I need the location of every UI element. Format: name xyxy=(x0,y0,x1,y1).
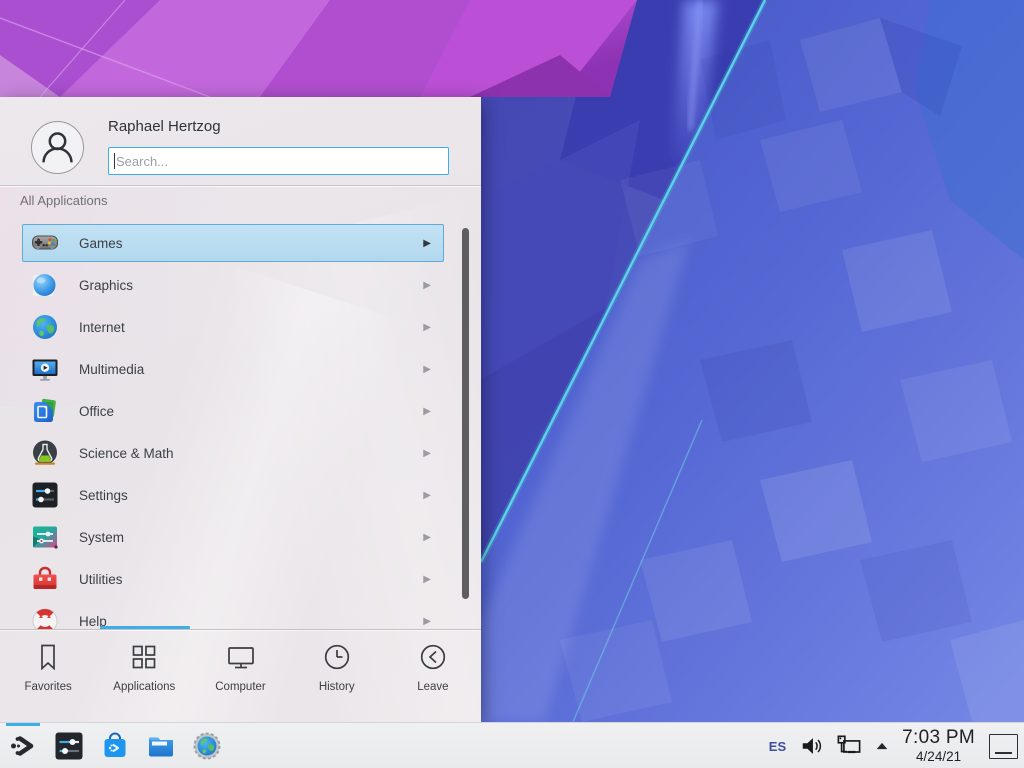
launcher-header: Raphael Hertzog xyxy=(0,97,481,185)
category-item-graphics[interactable]: Graphics ▶ xyxy=(22,264,444,306)
header-divider xyxy=(0,185,481,186)
submenu-arrow-icon: ▶ xyxy=(423,616,431,627)
category-item-utilities[interactable]: Utilities ▶ xyxy=(22,558,444,600)
browser-globe-icon xyxy=(192,731,222,761)
user-name: Raphael Hertzog xyxy=(108,118,221,135)
submenu-arrow-icon: ▶ xyxy=(423,238,431,249)
show-desktop-button[interactable] xyxy=(989,734,1018,759)
multimedia-icon xyxy=(31,355,59,383)
category-label: Office xyxy=(79,404,114,419)
desktop: Raphael Hertzog All Applications Games▶G… xyxy=(0,0,1024,768)
submenu-arrow-icon: ▶ xyxy=(423,322,431,333)
tab-leave[interactable]: Leave xyxy=(385,630,481,722)
category-label: Graphics xyxy=(79,278,133,293)
tray-expander-button[interactable] xyxy=(874,738,890,754)
user-avatar[interactable] xyxy=(31,121,84,174)
category-item-science-math[interactable]: Science & Math ▶ xyxy=(22,432,444,474)
submenu-arrow-icon: ▶ xyxy=(423,574,431,585)
volume-button[interactable] xyxy=(800,734,824,758)
taskbar-panel: ES 7:03 PM 4/24/21 xyxy=(0,722,1024,768)
section-label: All Applications xyxy=(20,193,107,208)
tab-label: History xyxy=(319,681,355,693)
category-label: System xyxy=(79,530,124,545)
leave-icon xyxy=(418,642,448,672)
web-browser-button[interactable] xyxy=(191,730,223,762)
category-label: Multimedia xyxy=(79,362,144,377)
system-tray: ES 7:03 PM 4/24/21 xyxy=(769,723,1018,768)
kickoff-icon xyxy=(8,731,38,761)
category-list: Games▶Graphics▶Internet▶Multimedia▶Offic… xyxy=(0,222,481,629)
system-icon xyxy=(31,523,59,551)
office-icon xyxy=(31,397,59,425)
computer-icon xyxy=(226,642,256,672)
application-launcher-menu: Raphael Hertzog All Applications Games▶G… xyxy=(0,97,481,722)
discover-icon xyxy=(100,731,130,761)
user-avatar-icon xyxy=(32,121,83,174)
keyboard-layout-indicator[interactable]: ES xyxy=(769,739,786,754)
tab-label: Favorites xyxy=(24,681,71,693)
tab-history[interactable]: History xyxy=(289,630,385,722)
tab-applications[interactable]: Applications xyxy=(96,630,192,722)
system-settings-button[interactable] xyxy=(53,730,85,762)
launcher-tabbar: Favorites Applications Computer History Leav… xyxy=(0,630,481,722)
settings-icon xyxy=(31,481,59,509)
category-item-office[interactable]: Office ▶ xyxy=(22,390,444,432)
submenu-arrow-icon: ▶ xyxy=(423,364,431,375)
help-icon xyxy=(31,607,59,629)
category-item-help[interactable]: Help▶ xyxy=(22,600,444,629)
science-icon xyxy=(31,439,59,467)
network-button[interactable] xyxy=(836,734,862,758)
discover-button[interactable] xyxy=(99,730,131,762)
clock-time: 7:03 PM xyxy=(902,728,975,747)
category-item-settings[interactable]: Settings ▶ xyxy=(22,474,444,516)
category-label: Science & Math xyxy=(79,446,174,461)
category-label: Settings xyxy=(79,488,128,503)
speaker-icon xyxy=(800,734,824,758)
systemsettings-icon xyxy=(54,731,84,761)
category-item-system[interactable]: System ▶ xyxy=(22,516,444,558)
submenu-arrow-icon: ▶ xyxy=(423,490,431,501)
active-task-indicator xyxy=(6,723,40,726)
internet-icon xyxy=(31,313,59,341)
clock-date: 4/24/21 xyxy=(902,750,975,764)
digital-clock[interactable]: 7:03 PM 4/24/21 xyxy=(902,728,975,764)
submenu-arrow-icon: ▶ xyxy=(423,406,431,417)
tab-label: Applications xyxy=(113,681,175,693)
submenu-arrow-icon: ▶ xyxy=(423,280,431,291)
category-item-internet[interactable]: Internet ▶ xyxy=(22,306,444,348)
category-label: Internet xyxy=(79,320,125,335)
games-icon xyxy=(31,229,59,257)
favorites-icon xyxy=(33,642,63,672)
history-icon xyxy=(322,642,352,672)
category-label: Utilities xyxy=(79,572,123,587)
category-item-multimedia[interactable]: Multimedia ▶ xyxy=(22,348,444,390)
applications-icon xyxy=(129,642,159,672)
graphics-icon xyxy=(31,271,59,299)
category-item-games[interactable]: Games ▶ xyxy=(22,224,444,262)
submenu-arrow-icon: ▶ xyxy=(423,532,431,543)
tab-label: Computer xyxy=(215,681,266,693)
dolphin-icon xyxy=(146,731,176,761)
text-cursor xyxy=(114,153,115,169)
caret-up-icon xyxy=(874,738,890,754)
scrollbar[interactable] xyxy=(462,228,469,599)
submenu-arrow-icon: ▶ xyxy=(423,448,431,459)
tab-favorites[interactable]: Favorites xyxy=(0,630,96,722)
utilities-icon xyxy=(31,565,59,593)
file-manager-button[interactable] xyxy=(145,730,177,762)
tab-label: Leave xyxy=(417,681,448,693)
tab-computer[interactable]: Computer xyxy=(192,630,288,722)
search-field-wrapper xyxy=(108,147,449,175)
category-label: Games xyxy=(79,236,123,251)
search-input[interactable] xyxy=(108,147,449,175)
application-launcher-button[interactable] xyxy=(7,730,39,762)
task-launchers xyxy=(7,723,237,768)
network-icon xyxy=(836,734,862,758)
